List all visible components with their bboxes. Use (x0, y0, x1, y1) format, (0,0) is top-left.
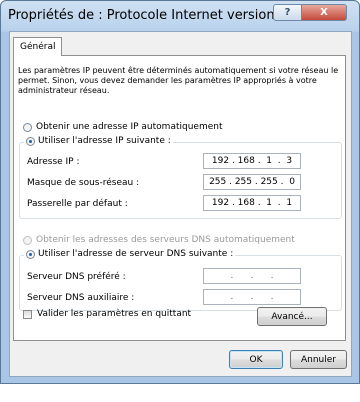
ip-address-row: Adresse IP : 192 . 168 . 1 . 3 (27, 153, 327, 171)
ip-auto-label: Obtenir une adresse IP automatiquement (36, 122, 223, 132)
dns-manual-option[interactable]: Utiliser l'adresse de serveur DNS suivan… (24, 249, 236, 259)
subnet-mask-label: Masque de sous-réseau : (27, 178, 140, 188)
help-icon: ? (284, 7, 291, 18)
subnet-mask-row: Masque de sous-réseau : 255 . 255 . 255 … (27, 174, 327, 192)
dns-manual-label: Utiliser l'adresse de serveur DNS suivan… (38, 249, 234, 259)
ip-manual-group: Utiliser l'adresse IP suivante : Adresse… (19, 136, 342, 219)
dns-auto-radio (23, 235, 32, 245)
dialog-window: Propriétés de : Protocole Internet versi… (0, 0, 360, 384)
dialog-client-area: Général Les paramètres IP peuvent être d… (9, 31, 352, 377)
ip-auto-option[interactable]: Obtenir une adresse IP automatiquement (23, 122, 222, 132)
close-icon: X (320, 7, 328, 18)
intro-text: Les paramètres IP peuvent être déterminé… (18, 66, 339, 95)
tab-panel-general: Les paramètres IP peuvent être déterminé… (13, 55, 346, 341)
dns-alternate-input[interactable]: . . . (203, 289, 301, 305)
gateway-label: Passerelle par défaut : (27, 199, 128, 209)
cancel-button[interactable]: Annuler (290, 350, 347, 369)
ip-address-label: Adresse IP : (27, 157, 80, 167)
title-bar[interactable]: Propriétés de : Protocole Internet versi… (1, 1, 359, 31)
gateway-row: Passerelle par défaut : 192 . 168 . 1 . … (27, 195, 327, 213)
dns-manual-radio[interactable] (26, 249, 35, 259)
ip-manual-radio[interactable] (26, 136, 35, 146)
ip-manual-option[interactable]: Utiliser l'adresse IP suivante : (24, 136, 173, 146)
dns-alternate-row: Serveur DNS auxiliaire : . . . (27, 289, 327, 307)
subnet-mask-input[interactable]: 255 . 255 . 255 . 0 (203, 174, 301, 190)
ip-manual-label: Utiliser l'adresse IP suivante : (38, 136, 171, 146)
help-button[interactable]: ? (273, 4, 302, 21)
validate-label: Valider les paramètres en quittant (37, 309, 192, 319)
validate-option[interactable]: Valider les paramètres en quittant (23, 309, 191, 319)
tab-general[interactable]: Général (13, 37, 63, 56)
dns-auto-option: Obtenir les adresses des serveurs DNS au… (23, 235, 295, 245)
dns-manual-group: Utiliser l'adresse de serveur DNS suivan… (19, 249, 342, 311)
dns-preferred-row: Serveur DNS préféré : . . . (27, 268, 327, 286)
dns-auto-label: Obtenir les adresses des serveurs DNS au… (36, 235, 295, 245)
dns-preferred-label: Serveur DNS préféré : (27, 272, 126, 282)
gateway-input[interactable]: 192 . 168 . 1 . 1 (203, 195, 301, 211)
dns-alternate-label: Serveur DNS auxiliaire : (27, 293, 135, 303)
validate-checkbox[interactable] (23, 309, 32, 319)
close-button[interactable]: X (301, 4, 347, 21)
ip-auto-radio[interactable] (23, 122, 32, 132)
advanced-button[interactable]: Avancé... (257, 307, 327, 326)
ok-button[interactable]: OK (229, 350, 283, 369)
ip-address-input[interactable]: 192 . 168 . 1 . 3 (203, 153, 301, 169)
dns-preferred-input[interactable]: . . . (203, 268, 301, 284)
